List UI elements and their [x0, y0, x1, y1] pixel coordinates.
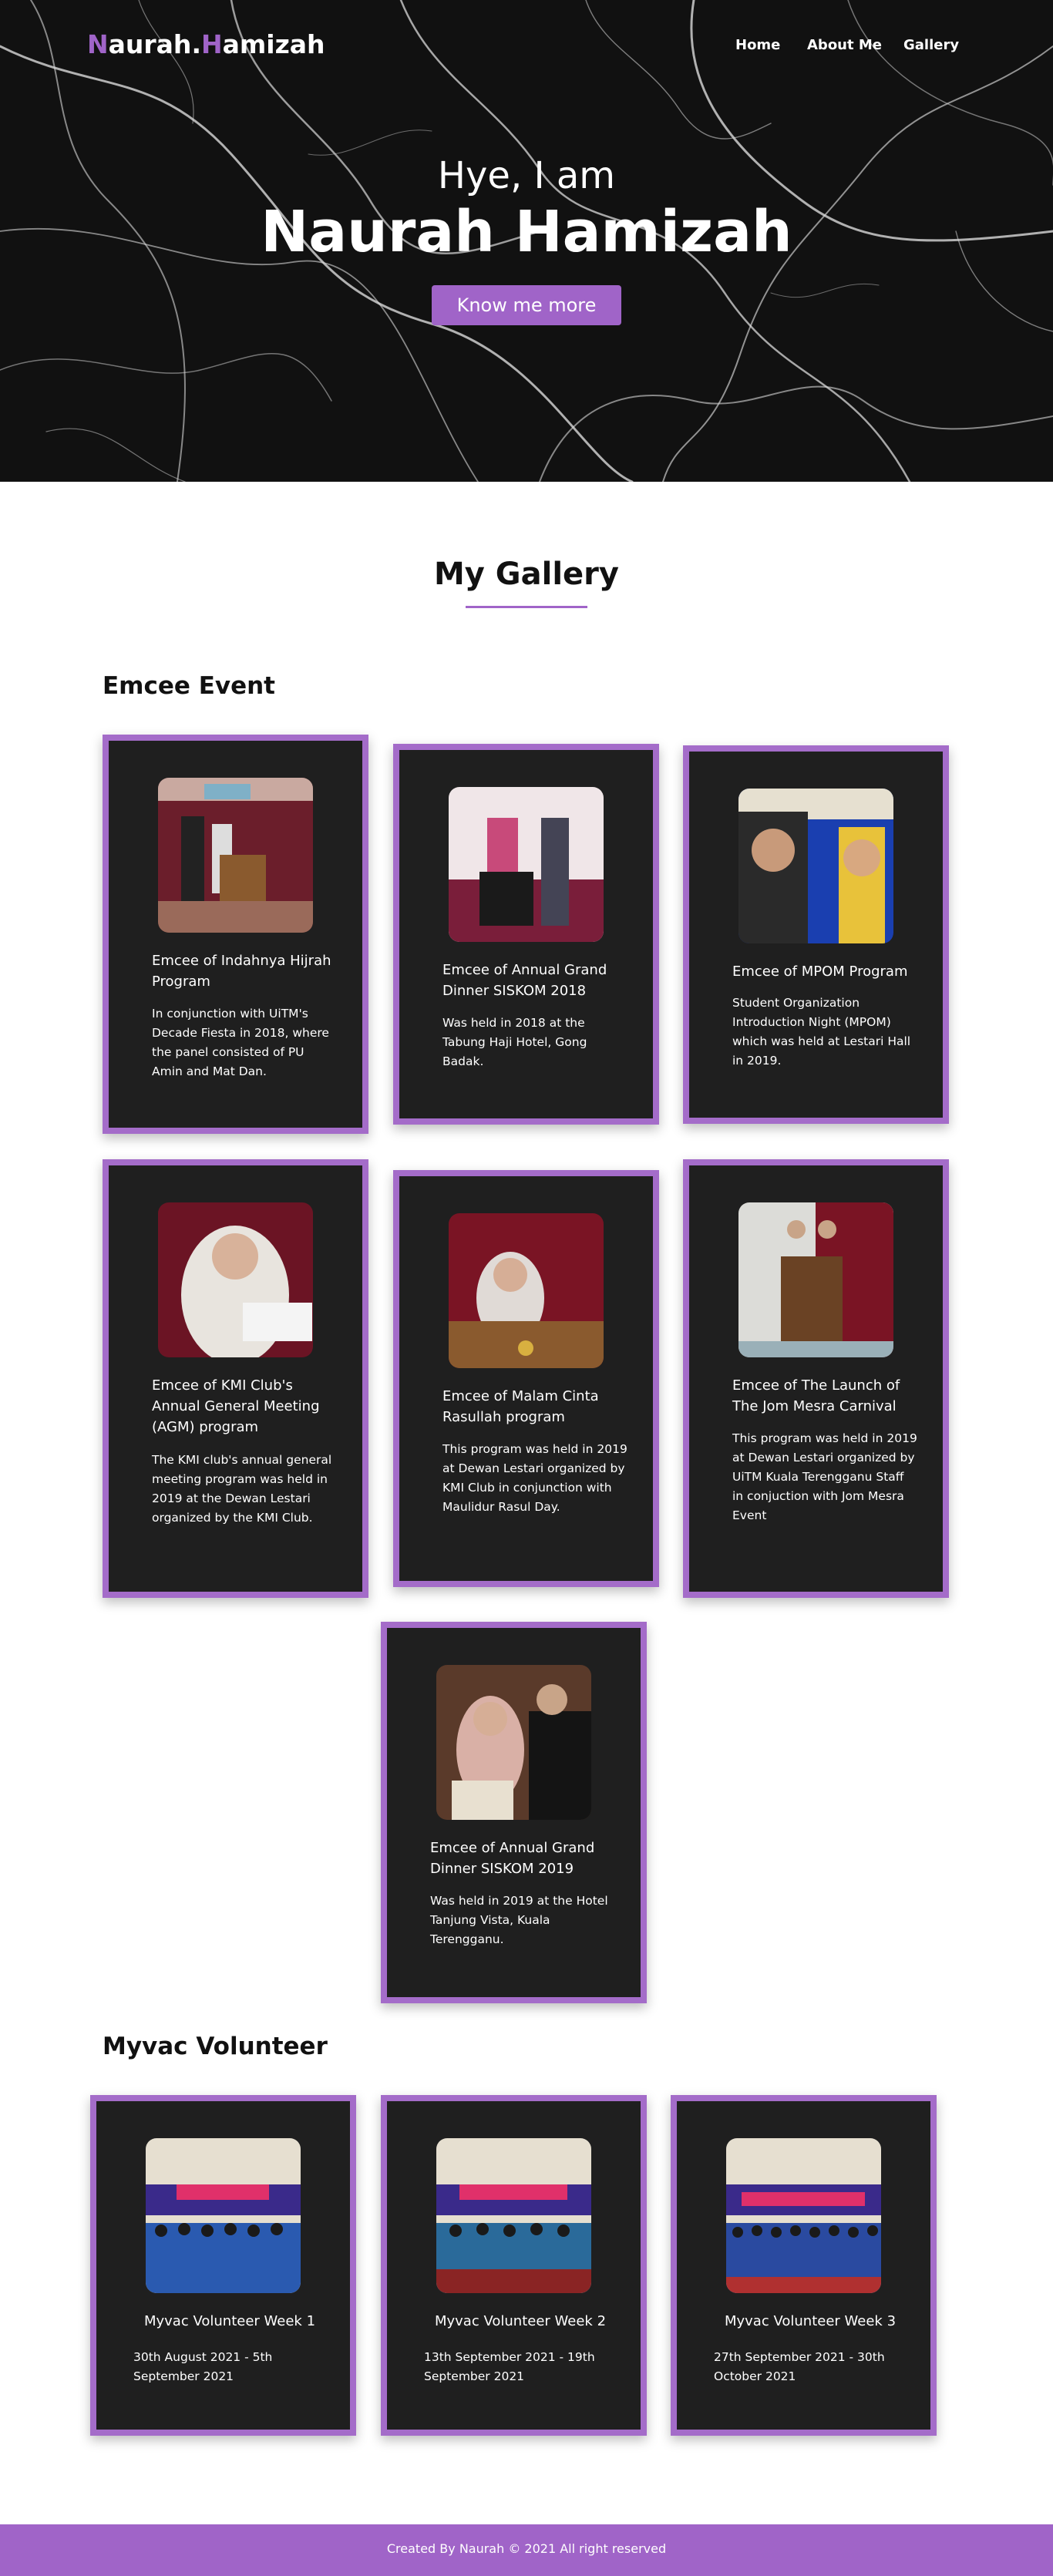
volunteer-card[interactable]: Myvac Volunteer Week 1 30th August 2021 … [90, 2095, 356, 2436]
title-underline [466, 606, 587, 608]
site-footer: Created By Naurah © 2021 All right reser… [0, 2524, 1053, 2576]
card-description: Student Organization Introduction Night … [732, 996, 911, 1068]
site-logo[interactable]: Naurah.Hamizah [87, 29, 325, 59]
nav-home-link[interactable]: Home [735, 37, 780, 53]
volunteer-card[interactable]: Myvac Volunteer Week 3 27th September 20… [671, 2095, 937, 2436]
event-photo [158, 778, 313, 933]
card-description: 13th September 2021 - 19th September 202… [424, 2350, 595, 2383]
card-title: Emcee of Indahnya Hijrah Program [152, 953, 331, 990]
volunteer-photo [436, 2138, 591, 2293]
card-description: Was held in 2019 at the Hotel Tanjung Vi… [430, 1894, 608, 1946]
section-heading-myvac: Myvac Volunteer [103, 2033, 328, 2060]
card-title: Emcee of Annual Grand Dinner SISKOM 2019 [430, 1840, 595, 1877]
gallery-card[interactable]: Emcee of Indahnya Hijrah Program In conj… [103, 735, 368, 1134]
section-heading-emcee: Emcee Event [103, 672, 275, 700]
know-me-more-button[interactable]: Know me more [432, 285, 621, 325]
card-description: Was held in 2018 at the Tabung Haji Hote… [442, 1016, 587, 1068]
event-photo [449, 1213, 604, 1368]
card-description: This program was held in 2019 at Dewan L… [732, 1431, 917, 1522]
card-description: This program was held in 2019 at Dewan L… [442, 1442, 627, 1514]
nav-gallery-link[interactable]: Gallery [903, 37, 959, 53]
gallery-card[interactable]: Emcee of Annual Grand Dinner SISKOM 2018… [393, 744, 659, 1125]
hero-section: Naurah.Hamizah Home About Me Gallery Hye… [0, 0, 1053, 482]
gallery-card[interactable]: Emcee of MPOM Program Student Organizati… [683, 745, 949, 1124]
card-title: Myvac Volunteer Week 3 [724, 2313, 897, 2329]
volunteer-photo [146, 2138, 301, 2293]
card-title: Emcee of KMI Club's Annual General Meeti… [152, 1377, 320, 1435]
event-photo [738, 789, 893, 943]
card-title: Emcee of Annual Grand Dinner SISKOM 2018 [442, 962, 607, 999]
nav-about-link[interactable]: About Me [807, 37, 882, 53]
hero-name: Naurah Hamizah [261, 199, 792, 265]
card-description: 30th August 2021 - 5th September 2021 [133, 2350, 273, 2383]
event-photo [738, 1202, 893, 1357]
gallery-card[interactable]: Emcee of KMI Club's Annual General Meeti… [103, 1159, 368, 1598]
event-photo [449, 787, 604, 942]
event-photo [436, 1665, 591, 1820]
card-description: 27th September 2021 - 30th October 2021 [714, 2350, 885, 2383]
card-title: Emcee of Malam Cinta Rasullah program [442, 1388, 599, 1425]
volunteer-photo [726, 2138, 881, 2293]
gallery-title: My Gallery [434, 557, 619, 592]
gallery-card[interactable]: Emcee of Annual Grand Dinner SISKOM 2019… [381, 1622, 647, 2003]
hero-greeting: Hye, I am [437, 154, 616, 197]
card-title: Myvac Volunteer Week 1 [143, 2313, 316, 2329]
card-title: Emcee of The Launch of The Jom Mesra Car… [732, 1377, 900, 1414]
card-description: The KMI club's annual general meeting pr… [152, 1453, 332, 1525]
copyright-text: Created By Naurah © 2021 All right reser… [386, 2541, 667, 2556]
event-photo [158, 1202, 313, 1357]
gallery-card[interactable]: Emcee of The Launch of The Jom Mesra Car… [683, 1159, 949, 1598]
card-description: In conjunction with UiTM's Decade Fiesta… [152, 1007, 329, 1078]
main-nav: Home About Me Gallery [725, 37, 987, 55]
volunteer-card[interactable]: Myvac Volunteer Week 2 13th September 20… [381, 2095, 647, 2436]
card-title: Emcee of MPOM Program [732, 963, 908, 980]
gallery-card[interactable]: Emcee of Malam Cinta Rasullah program Th… [393, 1170, 659, 1587]
card-title: Myvac Volunteer Week 2 [434, 2313, 607, 2329]
